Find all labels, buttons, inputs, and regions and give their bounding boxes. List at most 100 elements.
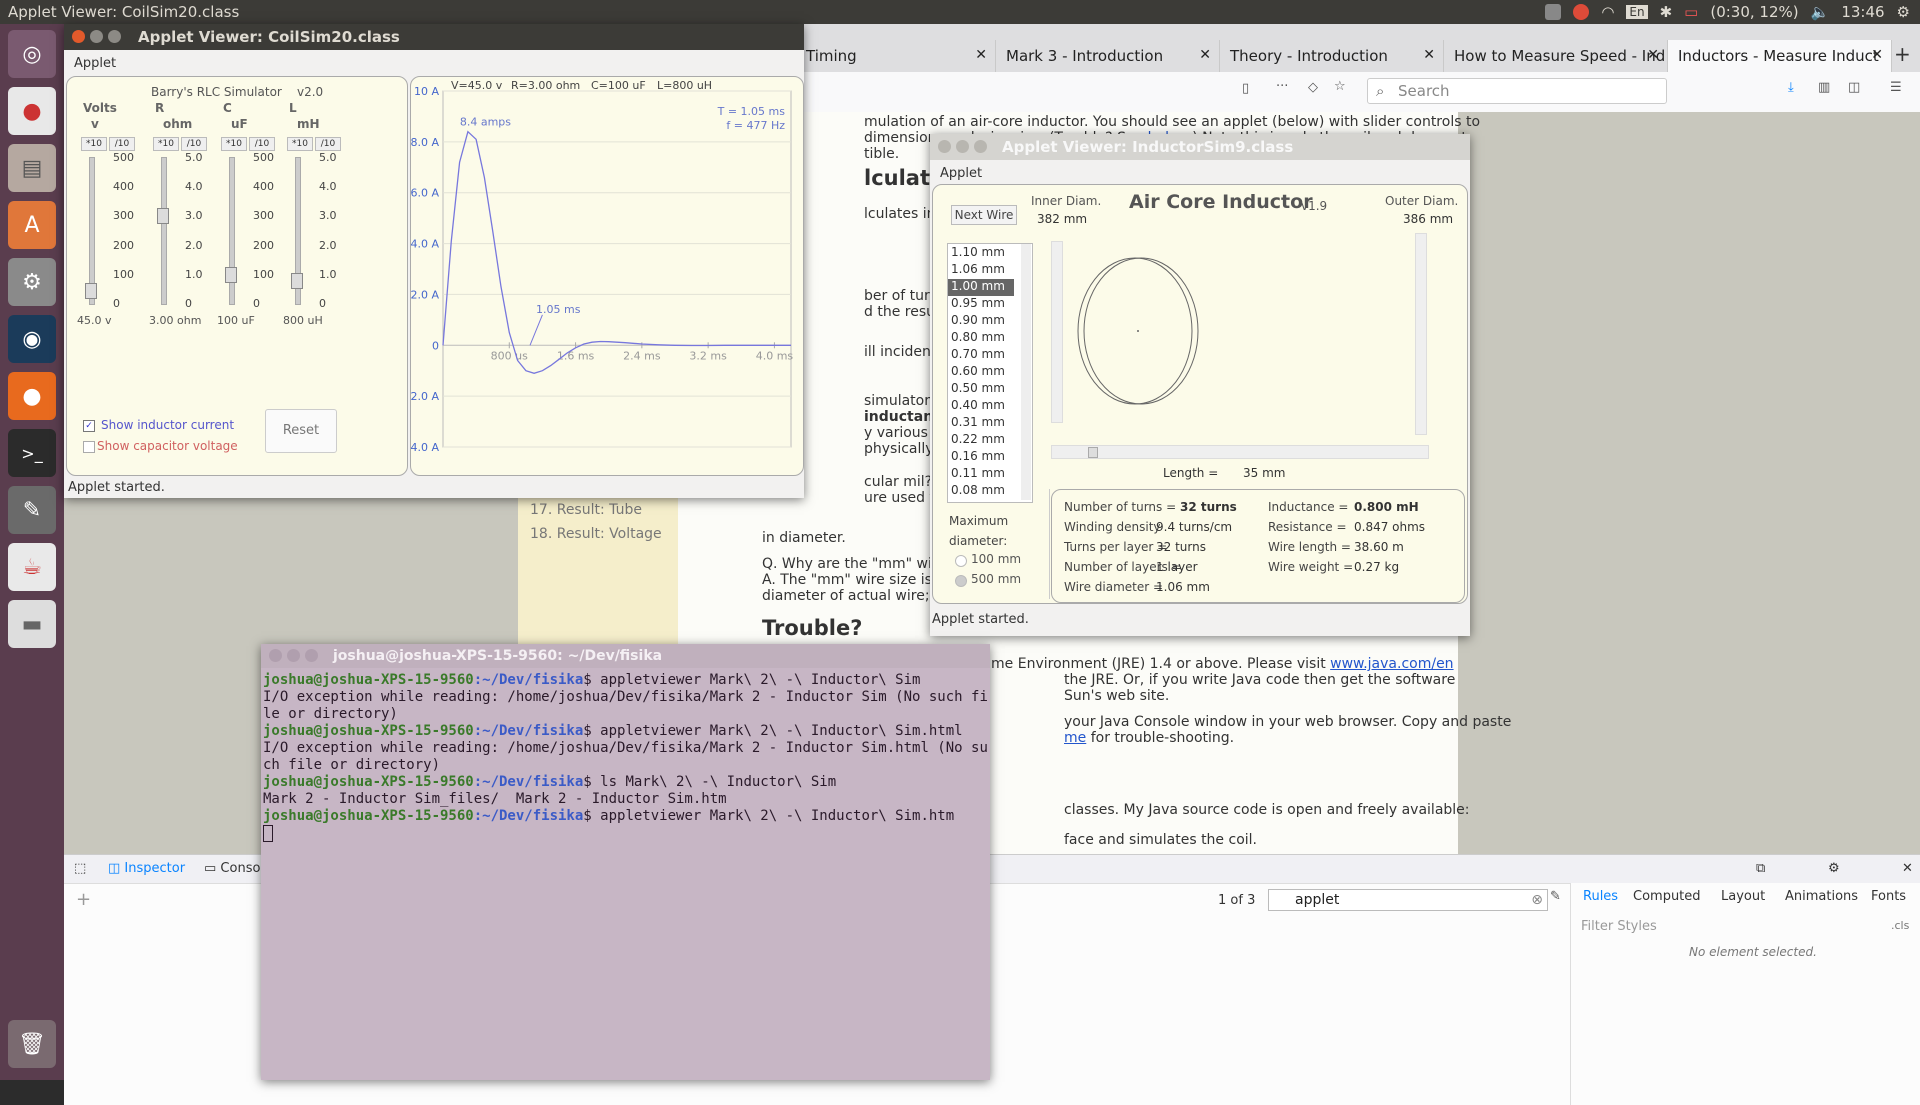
tab-inductors[interactable]: Inductors - Measure Induct ✕ bbox=[1668, 40, 1892, 72]
tab-animations[interactable]: Animations bbox=[1785, 889, 1858, 904]
pocket-icon[interactable]: ◇ bbox=[1308, 80, 1318, 95]
java-link[interactable]: www.java.com/en bbox=[1330, 656, 1453, 672]
minimize-icon[interactable] bbox=[956, 140, 969, 153]
reader-icon[interactable]: ▯ bbox=[1242, 81, 1249, 96]
wire-list-item[interactable]: 0.11 mm bbox=[948, 466, 1014, 483]
settings-icon[interactable]: ⚙ bbox=[8, 258, 56, 306]
tab-console[interactable]: ▭ Consol bbox=[204, 861, 264, 876]
toc-item[interactable]: 17. Result: Tube bbox=[530, 502, 642, 518]
radio-100mm[interactable] bbox=[955, 555, 967, 567]
minimize-icon[interactable] bbox=[90, 30, 103, 43]
applet-menu[interactable]: Applet bbox=[74, 56, 814, 76]
gear-icon[interactable]: ⚙ bbox=[1828, 861, 1840, 876]
eyedropper-icon[interactable]: ✎ bbox=[1550, 889, 1561, 904]
steam-icon[interactable]: ◉ bbox=[8, 315, 56, 363]
new-tab-button[interactable]: + bbox=[1894, 42, 1911, 66]
filter-styles-input[interactable]: Filter Styles bbox=[1581, 919, 1657, 934]
dock-icon[interactable]: ⧉ bbox=[1756, 861, 1765, 876]
close-icon[interactable] bbox=[269, 649, 282, 662]
slider-l-thumb[interactable] bbox=[291, 272, 303, 289]
files-icon[interactable]: ▤ bbox=[8, 144, 56, 192]
gear-icon[interactable]: ⚙ bbox=[1897, 3, 1910, 21]
clear-icon[interactable]: ⊗ bbox=[1531, 890, 1543, 910]
tab-inspector[interactable]: ◫ Inspector bbox=[108, 861, 185, 876]
ubuntu-icon[interactable]: ◎ bbox=[8, 30, 56, 78]
email-link[interactable]: me bbox=[1064, 730, 1086, 746]
tab-computed[interactable]: Computed bbox=[1633, 889, 1701, 904]
wire-list-item[interactable]: 0.70 mm bbox=[948, 347, 1014, 364]
slider-c-mult-down[interactable]: /10 bbox=[249, 137, 275, 151]
slider-l-mult-up[interactable]: *10 bbox=[287, 137, 313, 151]
wire-list-item[interactable]: 0.40 mm bbox=[948, 398, 1014, 415]
slider-r-track[interactable] bbox=[161, 157, 167, 305]
slider-volts-mult-down[interactable]: /10 bbox=[109, 137, 135, 151]
tab-timing[interactable]: Timing ✕ bbox=[796, 40, 996, 72]
reset-button[interactable]: Reset bbox=[265, 409, 337, 453]
slider-c-thumb[interactable] bbox=[225, 266, 237, 283]
next-wire-button[interactable]: Next Wire bbox=[951, 205, 1017, 225]
applet-menu[interactable]: Applet bbox=[940, 166, 1480, 186]
close-icon[interactable]: ✕ bbox=[1871, 47, 1883, 63]
radio-100mm-label[interactable]: 100 mm bbox=[971, 552, 1021, 566]
clock[interactable]: 13:46 bbox=[1841, 3, 1884, 21]
close-icon[interactable]: ✕ bbox=[1647, 47, 1659, 63]
inkscape-icon[interactable]: ✎ bbox=[8, 486, 56, 534]
slider-c-mult-up[interactable]: *10 bbox=[221, 137, 247, 151]
wifi-icon[interactable]: ◠ bbox=[1601, 3, 1614, 21]
drive-icon[interactable]: ▬ bbox=[8, 600, 56, 648]
mail-icon[interactable] bbox=[1545, 4, 1562, 20]
wire-list-item[interactable]: 0.90 mm bbox=[948, 313, 1014, 330]
slider-volts-thumb[interactable] bbox=[85, 282, 97, 299]
slider-l-mult-down[interactable]: /10 bbox=[315, 137, 341, 151]
wire-list-item[interactable]: 1.10 mm bbox=[948, 245, 1014, 262]
capacitor-checkbox[interactable] bbox=[83, 441, 95, 453]
software-icon[interactable]: A bbox=[8, 201, 56, 249]
volume-icon[interactable]: 🔈 bbox=[1811, 3, 1830, 21]
download-icon[interactable]: ⤓ bbox=[1788, 80, 1794, 95]
slider-volts-mult-up[interactable]: *10 bbox=[81, 137, 107, 151]
slider-r-mult-down[interactable]: /10 bbox=[181, 137, 207, 151]
wire-list-item[interactable]: 0.50 mm bbox=[948, 381, 1014, 398]
chrome-icon[interactable]: ● bbox=[8, 87, 56, 135]
window-titlebar[interactable]: Applet Viewer: CoilSim20.class bbox=[64, 24, 804, 50]
chrome-indicator-icon[interactable] bbox=[1573, 4, 1590, 20]
star-icon[interactable]: ☆ bbox=[1334, 79, 1346, 94]
search-input[interactable]: ⌕ Search bbox=[1367, 78, 1667, 104]
close-icon[interactable]: ✕ bbox=[975, 47, 987, 63]
terminal-titlebar[interactable]: joshua@joshua-XPS-15-9560: ~/Dev/fisika bbox=[261, 644, 990, 668]
java-icon[interactable]: ☕ bbox=[8, 543, 56, 591]
terminal-output[interactable]: joshua@joshua-XPS-15-9560:~/Dev/fisika$ … bbox=[261, 668, 990, 1080]
inductor-checkbox-label[interactable]: Show inductor current bbox=[101, 418, 234, 432]
indicator-area[interactable]: ◠ En ✱ ▭ (0:30, 12%) 🔈 13:46 ⚙ bbox=[1545, 3, 1910, 21]
add-node-icon[interactable]: + bbox=[76, 889, 91, 910]
wire-list-item[interactable]: 0.31 mm bbox=[948, 415, 1014, 432]
slider-c-track[interactable] bbox=[229, 157, 235, 305]
html-search-input[interactable]: applet ⊗ bbox=[1268, 889, 1548, 911]
close-icon[interactable] bbox=[72, 30, 85, 43]
tab-measure-speed[interactable]: How to Measure Speed - Ind ✕ bbox=[1444, 40, 1668, 72]
more-icon[interactable]: ··· bbox=[1276, 79, 1288, 94]
length-slider[interactable] bbox=[1051, 445, 1429, 459]
inner-diam-slider[interactable] bbox=[1051, 241, 1063, 423]
toc-item[interactable]: 18. Result: Voltage bbox=[530, 526, 662, 542]
radio-500mm-label[interactable]: 500 mm bbox=[971, 572, 1021, 586]
firefox-icon[interactable]: ● bbox=[8, 372, 56, 420]
tab-layout[interactable]: Layout bbox=[1721, 889, 1765, 904]
wire-list-item[interactable]: 0.60 mm bbox=[948, 364, 1014, 381]
outer-diam-slider[interactable] bbox=[1415, 233, 1427, 435]
tab-mark3[interactable]: Mark 3 - Introduction ✕ bbox=[996, 40, 1220, 72]
tab-rules[interactable]: Rules bbox=[1583, 889, 1618, 904]
close-icon[interactable]: ✕ bbox=[1902, 861, 1913, 876]
menu-icon[interactable]: ☰ bbox=[1890, 80, 1902, 95]
maximize-icon[interactable] bbox=[108, 30, 121, 43]
maximize-icon[interactable] bbox=[305, 649, 318, 662]
wire-list-item[interactable]: 0.22 mm bbox=[948, 432, 1014, 449]
trash-icon[interactable]: 🗑 bbox=[8, 1020, 56, 1068]
wire-list-scrollbar[interactable] bbox=[1021, 244, 1031, 500]
capacitor-checkbox-label[interactable]: Show capacitor voltage bbox=[97, 439, 238, 453]
wire-list-item[interactable]: 1.06 mm bbox=[948, 262, 1014, 279]
close-icon[interactable]: ✕ bbox=[1423, 47, 1435, 63]
library-icon[interactable]: ▥ bbox=[1818, 80, 1830, 95]
slider-r-mult-up[interactable]: *10 bbox=[153, 137, 179, 151]
wire-list-item[interactable]: 0.16 mm bbox=[948, 449, 1014, 466]
